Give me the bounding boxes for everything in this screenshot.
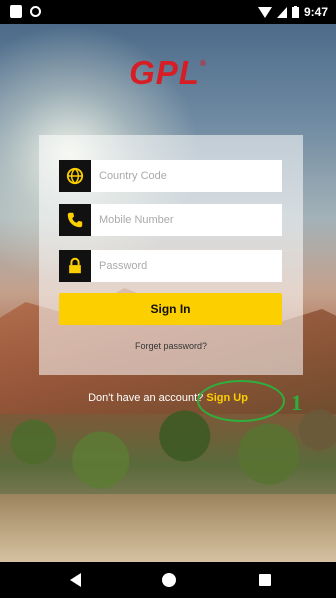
country-code-input[interactable] — [91, 160, 282, 192]
annotation-number: 1 — [291, 390, 302, 415]
sign-in-button[interactable]: Sign In — [59, 293, 282, 325]
lock-icon — [59, 250, 91, 282]
signup-prompt-text: Don't have an account? — [88, 392, 204, 404]
registered-mark: ® — [199, 59, 207, 68]
country-code-field[interactable] — [59, 160, 282, 192]
signal-icon — [276, 6, 287, 18]
battery-icon — [291, 6, 299, 18]
mobile-number-input[interactable] — [91, 204, 282, 236]
navigation-bar — [0, 562, 336, 598]
signup-prompt: Don't have an account? Sign Up — [0, 392, 336, 404]
status-bar: 9:47 — [0, 0, 336, 24]
sync-icon — [30, 6, 41, 17]
app-logo: GPL® — [0, 54, 336, 92]
phone-icon — [59, 204, 91, 236]
home-icon[interactable] — [162, 573, 176, 587]
recents-icon[interactable] — [259, 574, 271, 586]
logo-text: GPL — [129, 54, 200, 91]
password-field[interactable] — [59, 250, 282, 282]
clock: 9:47 — [303, 5, 328, 19]
mobile-number-field[interactable] — [59, 204, 282, 236]
login-card: Sign In Forget password? — [39, 135, 303, 375]
login-screen: 9:47 GPL® Sign In Forget password? Don't… — [0, 0, 336, 598]
forgot-password-link[interactable]: Forget password? — [39, 341, 303, 351]
notification-icon — [10, 5, 22, 18]
globe-icon — [59, 160, 91, 192]
back-icon[interactable] — [70, 573, 81, 587]
wifi-icon — [257, 6, 272, 18]
annotation-ellipse — [197, 380, 285, 422]
password-input[interactable] — [91, 250, 282, 282]
